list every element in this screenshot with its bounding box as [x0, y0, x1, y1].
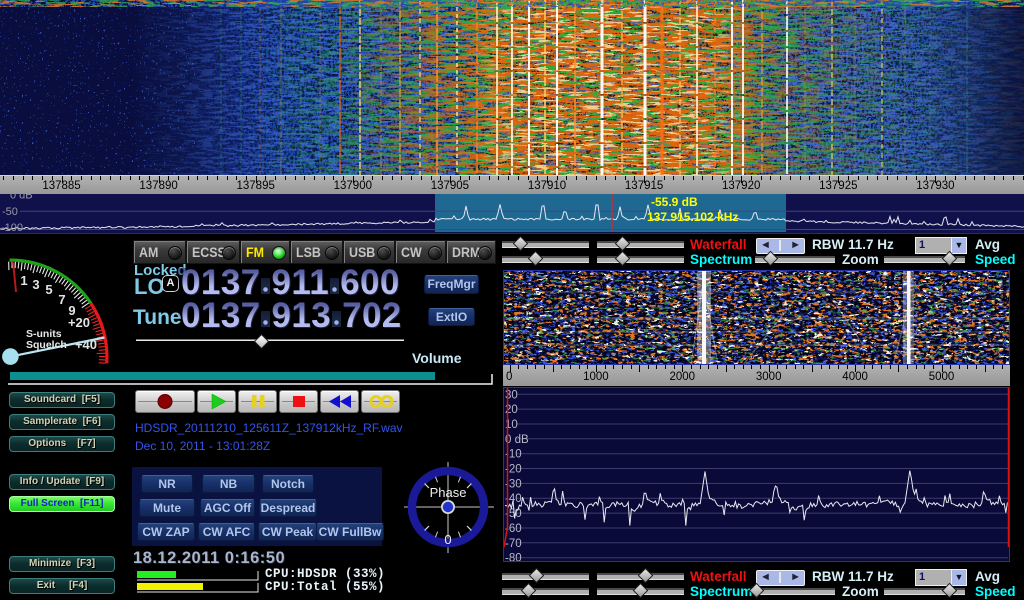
svg-text:-50: -50: [2, 206, 18, 218]
svg-text:5: 5: [45, 282, 52, 297]
svg-text:Phase: Phase: [430, 485, 467, 500]
svg-text:0: 0: [444, 532, 451, 547]
svg-text:0 dB: 0 dB: [10, 194, 33, 202]
svg-text:-55.9 dB: -55.9 dB: [651, 195, 698, 209]
svg-text:0 dB: 0 dB: [505, 434, 529, 446]
svg-text:-70: -70: [505, 538, 522, 550]
svg-text:-100: -100: [1, 222, 23, 233]
svg-text:-80: -80: [505, 553, 522, 562]
svg-text:7: 7: [58, 292, 65, 307]
svg-text:3: 3: [32, 277, 39, 292]
svg-text:1: 1: [20, 273, 27, 288]
svg-text:137.915.102 kHz: 137.915.102 kHz: [647, 210, 738, 224]
svg-text:+20: +20: [68, 315, 90, 330]
